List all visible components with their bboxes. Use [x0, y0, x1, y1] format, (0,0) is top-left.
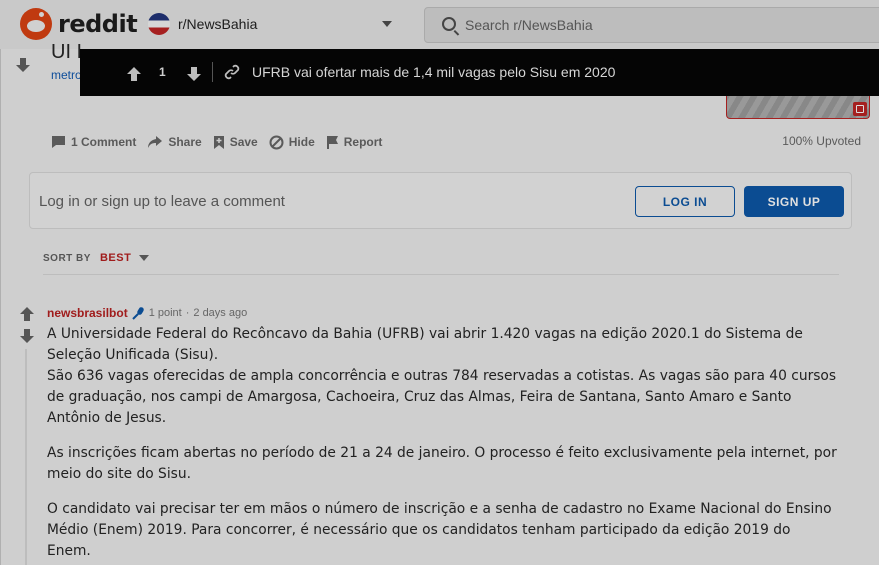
comment-paragraph: O candidato vai precisar ter em mãos o n…: [47, 501, 832, 559]
sticky-post-bar: 1 UFRB vai ofertar mais de 1,4 mil vagas…: [80, 49, 879, 96]
flag-icon: [326, 136, 338, 149]
comment-downvote-icon[interactable]: [19, 328, 35, 344]
login-prompt-text: Log in or sign up to leave a comment: [39, 193, 285, 210]
subreddit-flag-icon: [148, 13, 170, 35]
link-icon: [224, 64, 240, 80]
share-label: Share: [168, 135, 202, 149]
post-card: UI I metro 1 Comment Share Save Hide Rep…: [0, 41, 879, 565]
search-input[interactable]: [465, 17, 865, 33]
comments-label: 1 Comment: [71, 135, 137, 149]
comments-button[interactable]: 1 Comment: [51, 135, 136, 149]
share-icon: [148, 136, 163, 148]
hide-button[interactable]: Hide: [269, 135, 315, 150]
divider: [212, 62, 213, 82]
bookmark-icon: [213, 135, 224, 149]
hide-label: Hide: [288, 135, 315, 149]
comment-thread-line[interactable]: [25, 349, 27, 565]
report-label: Report: [343, 135, 383, 149]
log-in-button[interactable]: LOG IN: [635, 186, 735, 217]
post-title[interactable]: UI I: [51, 41, 82, 64]
upvote-icon[interactable]: [126, 66, 142, 82]
subreddit-switcher[interactable]: r/NewsBahia: [146, 11, 402, 39]
upvote-ratio: 100% Upvoted: [782, 134, 861, 148]
comment-age[interactable]: 2 days ago: [193, 307, 247, 319]
comment-icon: [52, 136, 65, 148]
search-box[interactable]: [424, 7, 879, 43]
comment-body: A Universidade Federal do Recôncavo da B…: [47, 324, 837, 565]
divider: [43, 274, 839, 275]
search-icon: [442, 17, 456, 31]
external-link-icon: [853, 102, 867, 116]
comment-paragraph: A Universidade Federal do Recôncavo da B…: [47, 324, 837, 429]
reddit-wordmark[interactable]: reddit: [58, 10, 138, 38]
downvote-icon[interactable]: [186, 66, 202, 82]
vote-score: 1: [159, 65, 166, 79]
microphone-icon: [131, 307, 144, 320]
save-button[interactable]: Save: [213, 135, 258, 150]
sticky-post-title[interactable]: UFRB vai ofertar mais de 1,4 mil vagas p…: [252, 64, 615, 80]
subreddit-name: r/NewsBahia: [178, 16, 258, 32]
comment-line: São 636 vagas oferecidas de ampla concor…: [47, 368, 837, 426]
sort-value: BEST: [99, 252, 132, 264]
comment-author[interactable]: newsbrasilbot: [47, 306, 128, 320]
sign-up-button[interactable]: SIGN UP: [744, 186, 844, 217]
share-button[interactable]: Share: [147, 135, 202, 149]
hide-icon: [269, 135, 284, 149]
comment-login-prompt: Log in or sign up to leave a comment LOG…: [29, 172, 852, 229]
chevron-down-icon: [382, 21, 392, 27]
report-button[interactable]: Report: [326, 135, 383, 149]
post-action-bar: 1 Comment Share Save Hide Report: [51, 132, 393, 152]
comment-upvote-icon[interactable]: [19, 306, 35, 322]
comment-line: A Universidade Federal do Recôncavo da B…: [47, 326, 803, 363]
chevron-down-icon: [139, 255, 150, 261]
comment-paragraph: As inscrições ficam abertas no período d…: [47, 445, 837, 482]
meta-separator: ·: [185, 307, 190, 319]
top-header: reddit r/NewsBahia: [0, 0, 879, 49]
sort-dropdown[interactable]: SORT BY BEST: [43, 252, 150, 264]
sort-label: SORT BY: [43, 252, 91, 264]
save-label: Save: [229, 135, 258, 149]
comment-meta: newsbrasilbot 1 point · 2 days ago: [47, 306, 247, 320]
reddit-logo-icon[interactable]: [20, 8, 52, 40]
post-domain-link[interactable]: metro: [51, 68, 82, 82]
comment-points: 1 point: [148, 307, 182, 319]
downvote-icon[interactable]: [15, 57, 31, 73]
